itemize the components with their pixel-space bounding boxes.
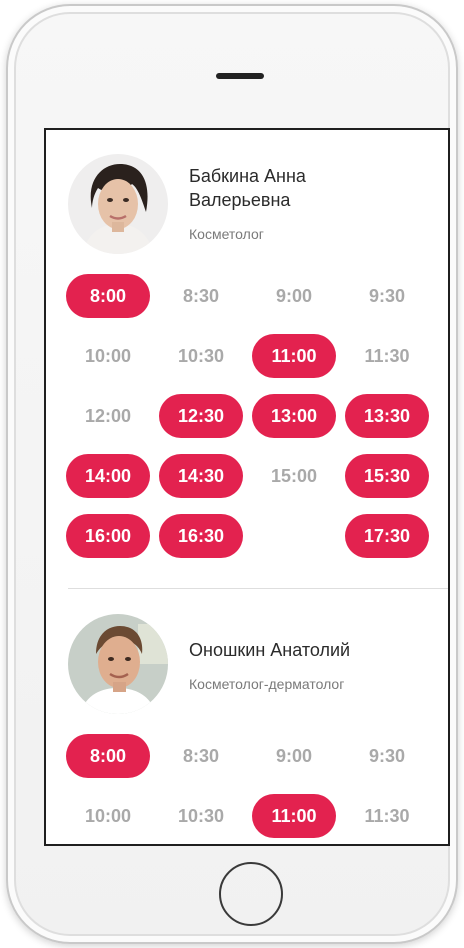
woman-portrait-icon	[68, 154, 168, 254]
phone-frame: Бабкина Анна Валерьевна Косметолог 8:00 …	[6, 4, 458, 944]
specialist-name: Бабкина Анна Валерьевна	[189, 166, 306, 210]
time-slot-unavailable: 9:00	[275, 746, 313, 766]
time-slot-button[interactable]: 15:30	[345, 454, 429, 498]
time-slot-unavailable: 10:00	[84, 806, 132, 826]
home-button[interactable]	[219, 862, 283, 926]
phone-screen: Бабкина Анна Валерьевна Косметолог 8:00 …	[44, 128, 450, 846]
specialist-name: Оношкин Анатолий	[189, 640, 351, 660]
time-slot-button[interactable]: 16:30	[159, 514, 243, 558]
man-portrait-icon	[68, 614, 168, 714]
avatar	[68, 154, 168, 254]
time-slot-button[interactable]: 13:30	[345, 394, 429, 438]
time-slot-unavailable: 12:00	[84, 406, 132, 426]
time-slot-unavailable: 10:00	[84, 346, 132, 366]
time-slot-button[interactable]: 14:00	[66, 454, 150, 498]
time-slot-unavailable: 10:30	[177, 806, 225, 826]
time-slot-button[interactable]: 17:30	[345, 514, 429, 558]
time-slot-unavailable: 10:30	[177, 346, 225, 366]
time-slot-button[interactable]: 11:00	[252, 794, 336, 838]
time-slot-button[interactable]: 11:00	[252, 334, 336, 378]
time-slot-unavailable: 15:00	[270, 466, 318, 486]
time-slot-button[interactable]: 8:00	[66, 734, 150, 778]
time-slot-button[interactable]: 16:00	[66, 514, 150, 558]
time-slot-button[interactable]: 14:30	[159, 454, 243, 498]
time-slot-button[interactable]: 12:30	[159, 394, 243, 438]
time-slot-unavailable: 8:30	[182, 286, 220, 306]
specialist-role: Косметолог-дерматолог	[189, 676, 345, 692]
time-slot-button[interactable]: 8:00	[66, 274, 150, 318]
time-slot-unavailable: 11:30	[364, 346, 410, 366]
section-divider	[68, 588, 448, 589]
avatar	[68, 614, 168, 714]
time-slot-unavailable: 9:30	[368, 286, 406, 306]
time-slot-unavailable: 9:00	[275, 286, 313, 306]
specialist-role: Косметолог	[189, 226, 264, 242]
time-slot-unavailable: 11:30	[364, 806, 410, 826]
time-slot-unavailable: 8:30	[182, 746, 220, 766]
time-slot-button[interactable]: 13:00	[252, 394, 336, 438]
time-slot-unavailable: 9:30	[368, 746, 406, 766]
speaker-grille	[216, 73, 264, 79]
